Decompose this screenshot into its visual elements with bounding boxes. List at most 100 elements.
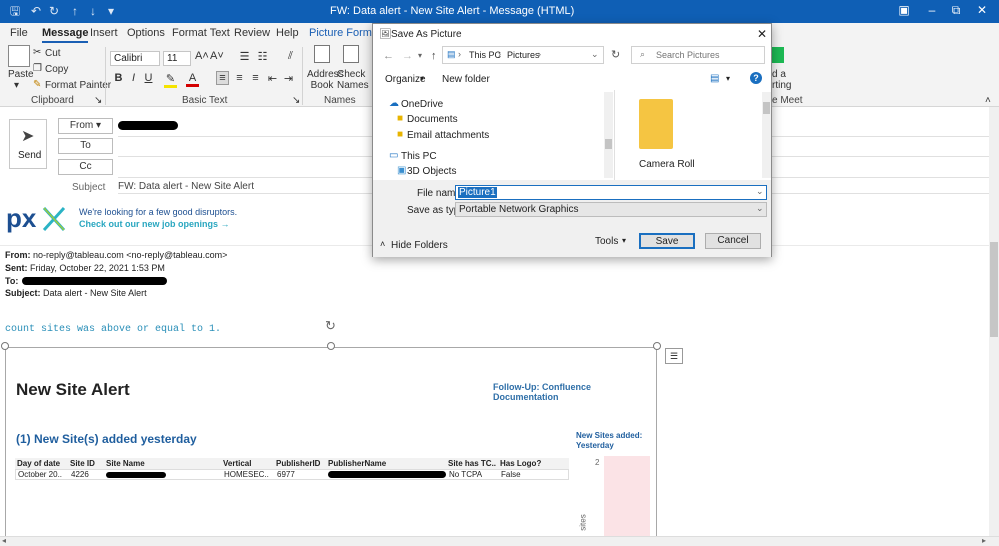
new-folder-button[interactable]: New folder xyxy=(442,74,490,85)
file-name-input[interactable]: Picture1 ⌄ xyxy=(455,185,767,200)
font-size-box[interactable]: 11 xyxy=(163,51,191,66)
address-dropdown-icon[interactable]: ⌄ xyxy=(591,49,599,60)
search-input[interactable] xyxy=(656,49,760,61)
dialog-close-icon[interactable]: ✕ xyxy=(757,27,767,41)
selected-picture[interactable]: New Site Alert Follow-Up: Confluence Doc… xyxy=(5,347,657,540)
navigation-scrollbar[interactable] xyxy=(604,92,613,178)
breadcrumb-this-pc[interactable]: This PC xyxy=(469,50,501,60)
copy-button[interactable]: Copy xyxy=(45,64,68,75)
undo-icon[interactable]: ↶ xyxy=(29,4,43,18)
tab-format-text[interactable]: Format Text xyxy=(172,27,230,39)
tab-picture-format[interactable]: Picture Format xyxy=(309,27,381,39)
up-level-icon[interactable]: ↑ xyxy=(431,50,437,62)
scroll-right-icon[interactable]: ▸ xyxy=(982,536,986,545)
scroll-left-icon[interactable]: ◂ xyxy=(2,536,6,545)
view-options-icon[interactable]: ▤ xyxy=(710,73,719,84)
restore-button[interactable]: ⧉ xyxy=(946,3,966,19)
forward-icon[interactable]: → xyxy=(402,50,413,62)
clear-formatting-icon[interactable]: ⫽ xyxy=(284,50,297,63)
chevron-down-icon[interactable]: ▾ xyxy=(622,236,626,245)
tree-item-documents[interactable]: Documents xyxy=(407,114,458,125)
rotate-handle-icon[interactable]: ↻ xyxy=(325,318,336,334)
chevron-down-icon[interactable]: ▾ xyxy=(726,74,730,83)
save-type-select[interactable]: Portable Network Graphics ⌄ xyxy=(455,202,767,217)
scrollbar-thumb[interactable] xyxy=(990,242,998,337)
tab-options[interactable]: Options xyxy=(127,27,165,39)
tab-message[interactable]: Message xyxy=(42,27,89,43)
add-in-label-1[interactable]: d a xyxy=(772,69,786,80)
chevron-up-icon[interactable]: ˄ xyxy=(380,239,385,249)
bullets-icon[interactable]: ☰ xyxy=(238,50,251,63)
customize-icon[interactable]: ▾ xyxy=(104,4,118,18)
decrease-indent-icon[interactable]: ⇤ xyxy=(266,72,279,85)
search-box[interactable]: ⌕ xyxy=(631,46,765,64)
resize-handle[interactable] xyxy=(653,342,661,350)
paste-button[interactable]: Paste xyxy=(8,69,34,80)
layout-options-icon[interactable]: ☰ xyxy=(665,348,683,364)
address-bar[interactable]: ▤ › This PC › Pictures › ⌄ xyxy=(442,46,604,64)
align-center-icon[interactable]: ≡ xyxy=(233,72,246,84)
recent-locations-icon[interactable]: ▾ xyxy=(418,51,422,60)
italic-icon[interactable]: I xyxy=(127,72,140,84)
collapse-ribbon-icon[interactable]: ˄ xyxy=(985,95,991,106)
shrink-font-icon[interactable]: A˅ xyxy=(210,50,224,62)
bold-icon[interactable]: B xyxy=(112,72,125,84)
align-right-icon[interactable]: ≡ xyxy=(249,72,262,84)
cut-button[interactable]: Cut xyxy=(45,48,61,59)
grow-font-icon[interactable]: A˄ xyxy=(195,50,209,62)
save-icon[interactable]: 🖫 xyxy=(8,4,22,18)
underline-icon[interactable]: U xyxy=(142,72,155,84)
font-name-box[interactable]: Calibri xyxy=(110,51,160,66)
tree-item-onedrive[interactable]: OneDrive xyxy=(401,99,443,110)
scrollbar-thumb[interactable] xyxy=(605,139,612,149)
highlight-icon[interactable]: ✎ xyxy=(164,72,177,88)
tree-item-3d-objects[interactable]: 3D Objects xyxy=(407,166,456,177)
chevron-down-icon[interactable]: ⌄ xyxy=(756,186,764,197)
check-names-button[interactable]: Check Names xyxy=(337,69,369,91)
send-button[interactable]: ➤ Send xyxy=(9,119,47,169)
vertical-scrollbar[interactable] xyxy=(989,107,999,540)
add-in-label-2[interactable]: rting xyxy=(772,80,791,91)
tab-insert[interactable]: Insert xyxy=(90,27,118,39)
format-painter-button[interactable]: Format Painter xyxy=(45,80,111,91)
files-scrollbar[interactable] xyxy=(762,92,771,178)
help-icon[interactable]: ? xyxy=(750,72,762,84)
font-color-icon[interactable]: A xyxy=(186,72,199,87)
tree-item-this-pc[interactable]: This PC xyxy=(401,151,437,162)
numbering-icon[interactable]: ☷ xyxy=(256,50,269,63)
folder-item-camera-roll[interactable]: Camera Roll xyxy=(627,94,697,172)
basic-text-launcher-icon[interactable]: ↘ xyxy=(292,95,300,106)
from-button[interactable]: From ▾ xyxy=(58,118,113,134)
redo-icon[interactable]: ↻ xyxy=(47,4,61,18)
increase-indent-icon[interactable]: ⇥ xyxy=(282,72,295,85)
resize-handle[interactable] xyxy=(1,342,9,350)
align-left-icon[interactable]: ≡ xyxy=(216,71,229,85)
clipboard-launcher-icon[interactable]: ↘ xyxy=(94,95,102,106)
tools-menu[interactable]: Tools xyxy=(595,236,618,247)
ribbon-display-icon[interactable]: ▣ xyxy=(894,3,914,19)
save-button[interactable]: Save xyxy=(639,233,695,249)
back-icon[interactable]: ← xyxy=(383,50,394,62)
horizontal-scrollbar[interactable]: ◂ ▸ xyxy=(0,536,999,546)
refresh-icon[interactable]: ↻ xyxy=(611,48,620,61)
breadcrumb-pictures[interactable]: Pictures xyxy=(507,50,540,60)
cancel-button[interactable]: Cancel xyxy=(705,233,761,249)
tree-item-email-attachments[interactable]: Email attachments xyxy=(407,130,489,141)
close-button[interactable]: ✕ xyxy=(972,3,992,19)
hide-folders-button[interactable]: Hide Folders xyxy=(391,240,448,251)
tab-file[interactable]: File xyxy=(10,27,28,39)
paste-dropdown-icon[interactable]: ▾ xyxy=(14,80,19,91)
to-button[interactable]: To xyxy=(58,138,113,154)
banner-link[interactable]: Check out our new job openings → xyxy=(79,219,230,229)
tab-review[interactable]: Review xyxy=(234,27,270,39)
up-arrow-icon[interactable]: ↑ xyxy=(68,4,82,18)
minimize-button[interactable]: – xyxy=(922,3,942,19)
cc-button[interactable]: Cc xyxy=(58,159,113,175)
scrollbar-thumb[interactable] xyxy=(763,102,770,114)
resize-handle[interactable] xyxy=(327,342,335,350)
address-book-button[interactable]: Address Book xyxy=(307,69,344,91)
follow-up-link[interactable]: Follow-Up: Confluence Documentation xyxy=(493,382,656,402)
tab-help[interactable]: Help xyxy=(276,27,299,39)
subject-field[interactable]: FW: Data alert - New Site Alert xyxy=(118,181,254,192)
down-arrow-icon[interactable]: ↓ xyxy=(86,4,100,18)
